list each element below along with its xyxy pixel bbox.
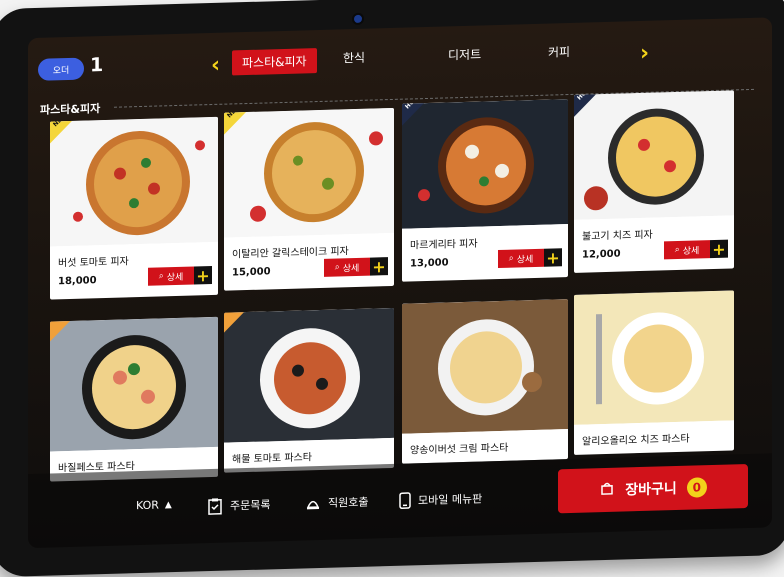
language-toggle[interactable]: KOR ▲ [136, 498, 172, 512]
detail-label: 상세 [342, 263, 360, 274]
add-button[interactable]: + [544, 248, 562, 267]
order-list-label: 주문목록 [230, 498, 271, 513]
mobile-menu-label: 모바일 메뉴판 [418, 492, 483, 508]
menu-name: 불고기 치즈 피자 [582, 229, 653, 243]
menu-name: 알리오올리오 치즈 파스타 [582, 433, 690, 448]
tab-coffee[interactable]: 커피 [548, 43, 570, 61]
food-image [50, 316, 218, 452]
food-image [50, 116, 218, 247]
kiosk-screen: 오더 1 ‹ 파스타&피자 한식 디저트 커피 › 파스타&피자 NEW 버섯 … [28, 17, 772, 549]
detail-label: 상세 [166, 272, 184, 283]
top-bar: 오더 1 ‹ 파스타&피자 한식 디저트 커피 › [28, 17, 772, 98]
bell-icon [304, 494, 322, 513]
tab-pasta-pizza[interactable]: 파스타&피자 [232, 48, 317, 76]
menu-card[interactable]: 해물 토마토 파스타 [224, 307, 394, 473]
search-icon: ⌕ [158, 271, 164, 282]
cart-button[interactable]: 장바구니 0 [558, 464, 748, 514]
menu-name: 해물 토마토 파스타 [232, 452, 312, 466]
menu-name: 버섯 토마토 피자 [58, 256, 129, 270]
chevron-right-icon[interactable]: › [640, 41, 649, 66]
chevron-left-icon[interactable]: ‹ [211, 53, 220, 78]
detail-button[interactable]: ⌕ 상세 [324, 257, 370, 277]
add-button[interactable]: + [194, 266, 212, 285]
menu-card[interactable]: HOT 불고기 치즈 피자 12,000 ⌕ 상세 + [574, 90, 734, 273]
call-staff-button[interactable]: 직원호출 [304, 493, 368, 513]
menu-card[interactable]: 양송이버섯 크림 파스타 [402, 299, 568, 464]
detail-button[interactable]: ⌕ 상세 [148, 266, 194, 286]
add-button[interactable]: + [370, 257, 388, 276]
add-button[interactable]: + [710, 239, 728, 259]
cart-label: 장바구니 [625, 481, 677, 499]
plus-icon: + [546, 247, 560, 268]
clipboard-check-icon [206, 497, 224, 516]
search-icon: ⌕ [674, 244, 680, 256]
order-badge: 오더 [38, 57, 84, 81]
shopping-bag-icon [599, 480, 615, 500]
food-image [402, 99, 568, 229]
food-image [574, 90, 734, 220]
tablet-device: 오더 1 ‹ 파스타&피자 한식 디저트 커피 › 파스타&피자 NEW 버섯 … [0, 0, 784, 577]
food-image [574, 290, 734, 425]
call-staff-label: 직원호출 [328, 495, 369, 510]
search-icon: ⌕ [508, 253, 514, 264]
menu-card[interactable]: NEW 이탈리안 갈릭스테이크 피자 15,000 ⌕ 상세 + [224, 107, 394, 291]
plus-icon: + [196, 265, 210, 285]
tab-korean[interactable]: 한식 [343, 49, 365, 67]
order-list-button[interactable]: 주문목록 [206, 495, 270, 515]
menu-price: 12,000 [582, 248, 621, 261]
section-title: 파스타&피자 [40, 102, 101, 117]
order-number: 1 [90, 54, 104, 77]
food-image [224, 107, 394, 238]
food-image [224, 307, 394, 443]
tab-dessert[interactable]: 디저트 [448, 45, 481, 63]
camera [354, 14, 362, 24]
detail-button[interactable]: ⌕ 상세 [664, 240, 710, 260]
favorite-badge [50, 320, 70, 342]
menu-name: 양송이버섯 크림 파스타 [410, 442, 509, 457]
plus-icon: + [372, 256, 386, 277]
food-image [402, 299, 568, 434]
detail-label: 상세 [682, 245, 700, 257]
menu-price: 15,000 [232, 266, 271, 279]
menu-card[interactable]: 바질페스토 파스타 [50, 316, 218, 482]
menu-price: 18,000 [58, 275, 97, 288]
detail-button[interactable]: ⌕ 상세 [498, 248, 544, 269]
menu-price: 13,000 [410, 257, 449, 270]
menu-name: 마르게리타 피자 [410, 238, 478, 252]
favorite-badge [224, 312, 244, 333]
mobile-menu-button[interactable]: 모바일 메뉴판 [398, 489, 482, 509]
smartphone-icon [398, 491, 412, 509]
menu-card[interactable]: NEW 버섯 토마토 피자 18,000 ⌕ 상세 + [50, 116, 218, 300]
search-icon: ⌕ [334, 262, 340, 273]
menu-card[interactable]: HOT 마르게리타 피자 13,000 ⌕ 상세 + [402, 99, 568, 282]
cart-count-badge: 0 [686, 477, 707, 498]
language-label: KOR [136, 498, 159, 513]
triangle-up-icon: ▲ [164, 499, 172, 510]
menu-card[interactable]: 알리오올리오 치즈 파스타 [574, 290, 734, 455]
detail-label: 상세 [516, 254, 534, 265]
plus-icon: + [712, 239, 726, 259]
